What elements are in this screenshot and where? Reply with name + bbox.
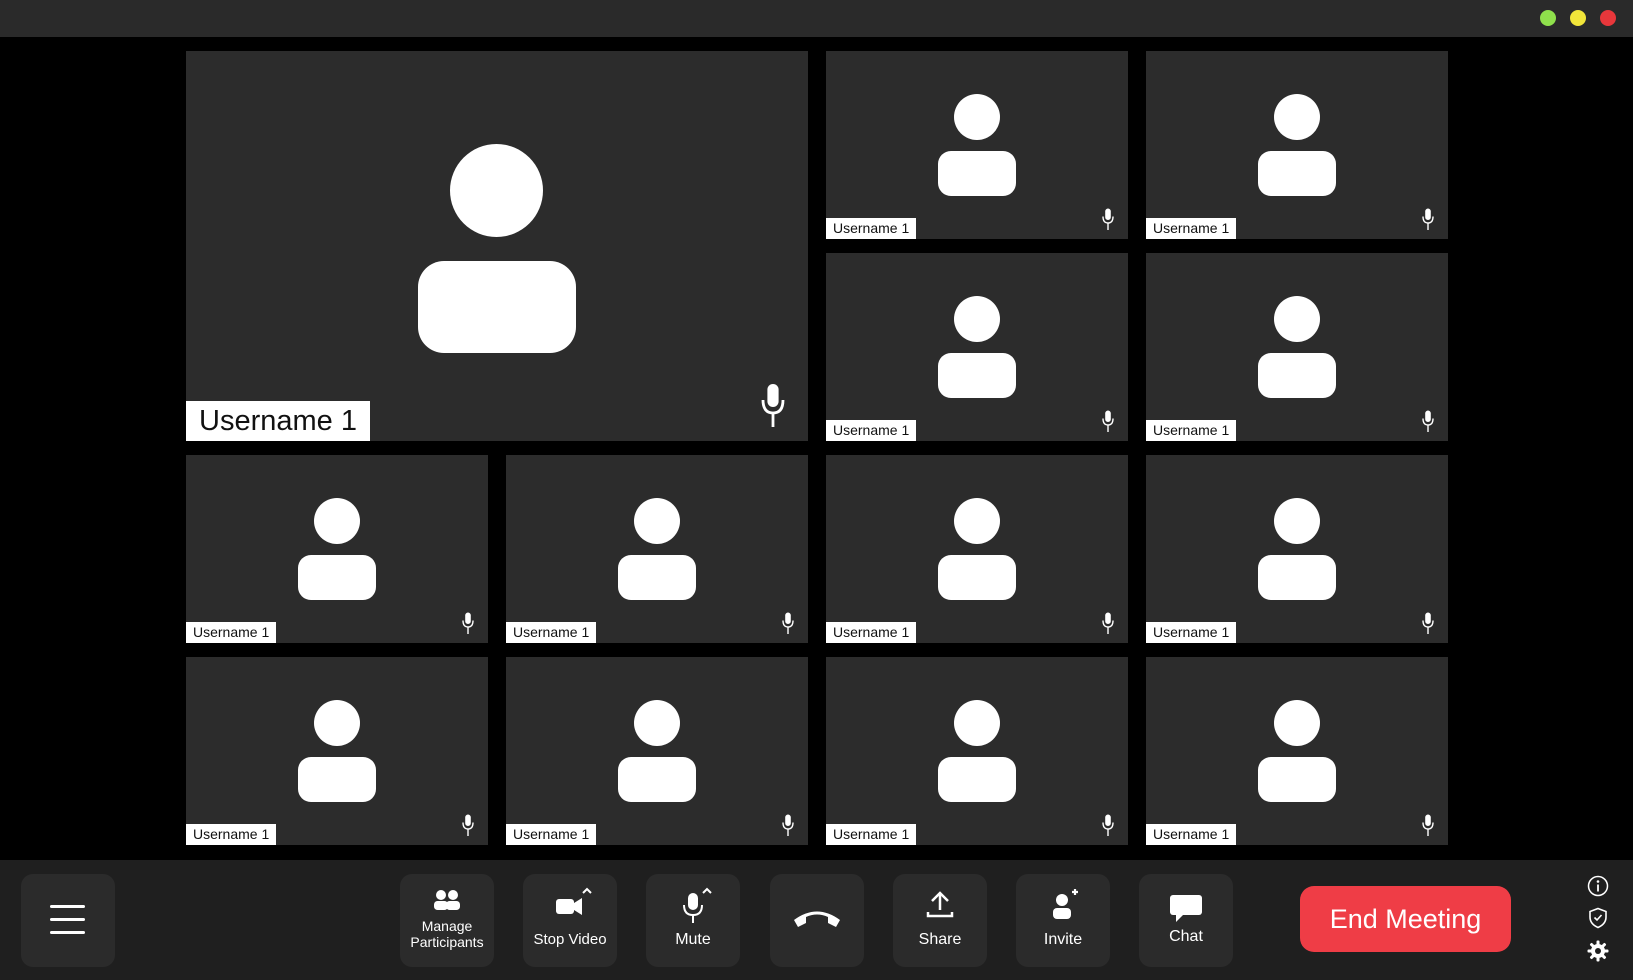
phone-hangup-icon [794, 911, 840, 927]
gear-icon[interactable] [1586, 939, 1610, 963]
microphone-icon [1422, 814, 1434, 836]
microphone-icon [1102, 208, 1114, 230]
participant-name: Username 1 [1146, 218, 1237, 239]
participant-tile[interactable]: Username 1 [826, 51, 1128, 239]
user-icon [418, 144, 576, 353]
user-icon [1258, 94, 1336, 196]
chat-bubble-icon [1170, 895, 1202, 922]
participant-tile-main[interactable]: Username 1 [186, 51, 808, 441]
participant-name: Username 1 [826, 622, 917, 643]
microphone-icon [1422, 612, 1434, 634]
microphone-icon [1422, 410, 1434, 432]
participant-tile[interactable]: Username 1 [826, 455, 1128, 643]
user-icon [938, 498, 1016, 600]
microphone-icon [782, 612, 794, 634]
menu-button[interactable] [21, 874, 115, 967]
hang-up-button[interactable] [770, 874, 864, 967]
window-minimize-button[interactable] [1570, 10, 1586, 26]
video-camera-icon [556, 887, 592, 915]
hamburger-menu-icon [50, 905, 85, 944]
share-upload-icon [926, 891, 954, 918]
participant-tile[interactable]: Username 1 [826, 657, 1128, 845]
microphone-icon [761, 384, 785, 427]
participant-tile[interactable]: Username 1 [1146, 657, 1448, 845]
microphone-icon [1102, 410, 1114, 432]
participant-name: Username 1 [186, 401, 370, 441]
mute-button[interactable]: Mute [646, 874, 740, 967]
participant-name: Username 1 [506, 622, 597, 643]
participant-tile[interactable]: Username 1 [186, 657, 488, 845]
add-user-icon [1053, 889, 1078, 919]
info-icon[interactable] [1586, 874, 1610, 898]
window-close-button[interactable] [1600, 10, 1616, 26]
user-icon [618, 700, 696, 802]
participant-name: Username 1 [186, 622, 277, 643]
participant-name: Username 1 [826, 218, 917, 239]
window-maximize-button[interactable] [1540, 10, 1556, 26]
video-grid: Username 1 Username 1 Username 1 Username … [186, 51, 1448, 846]
participant-name: Username 1 [1146, 824, 1237, 845]
microphone-icon [462, 814, 474, 836]
microphone-icon [1102, 612, 1114, 634]
user-icon [618, 498, 696, 600]
participant-tile[interactable]: Username 1 [1146, 455, 1448, 643]
invite-label: Invite [1043, 931, 1083, 948]
user-icon [1258, 296, 1336, 398]
user-icon [1258, 700, 1336, 802]
shield-icon[interactable] [1586, 906, 1610, 930]
participant-name: Username 1 [826, 420, 917, 441]
end-meeting-button[interactable]: End Meeting [1300, 886, 1511, 952]
participant-name: Username 1 [506, 824, 597, 845]
participant-tile[interactable]: Username 1 [826, 253, 1128, 441]
microphone-icon [683, 887, 712, 923]
user-icon [938, 94, 1016, 196]
participant-tile[interactable]: Username 1 [1146, 51, 1448, 239]
participant-tile[interactable]: Username 1 [506, 455, 808, 643]
microphone-icon [462, 612, 474, 634]
microphone-icon [1422, 208, 1434, 230]
stop-video-label: Stop Video [533, 931, 607, 948]
microphone-icon [782, 814, 794, 836]
user-icon [298, 700, 376, 802]
participant-name: Username 1 [826, 824, 917, 845]
user-icon [298, 498, 376, 600]
microphone-icon [1102, 814, 1114, 836]
participant-name: Username 1 [186, 824, 277, 845]
manage-participants-label-line1: Manage [421, 918, 473, 934]
share-label: Share [918, 931, 962, 948]
user-icon [1258, 498, 1336, 600]
window-titlebar [0, 0, 1633, 37]
participant-name: Username 1 [1146, 622, 1237, 643]
chat-button[interactable]: Chat [1139, 874, 1233, 967]
manage-participants-label-line2: Participants [410, 934, 484, 950]
chat-label: Chat [1169, 928, 1203, 945]
participant-name: Username 1 [1146, 420, 1237, 441]
manage-participants-button[interactable]: Manage Participants [400, 874, 494, 967]
share-button[interactable]: Share [893, 874, 987, 967]
meeting-toolbar: Manage Participants Stop Video Mute Shar… [0, 860, 1633, 980]
mute-label: Mute [675, 931, 711, 948]
user-icon [938, 296, 1016, 398]
participant-tile[interactable]: Username 1 [186, 455, 488, 643]
participant-tile[interactable]: Username 1 [1146, 253, 1448, 441]
invite-button[interactable]: Invite [1016, 874, 1110, 967]
participant-tile[interactable]: Username 1 [506, 657, 808, 845]
user-icon [938, 700, 1016, 802]
stop-video-button[interactable]: Stop Video [523, 874, 617, 967]
